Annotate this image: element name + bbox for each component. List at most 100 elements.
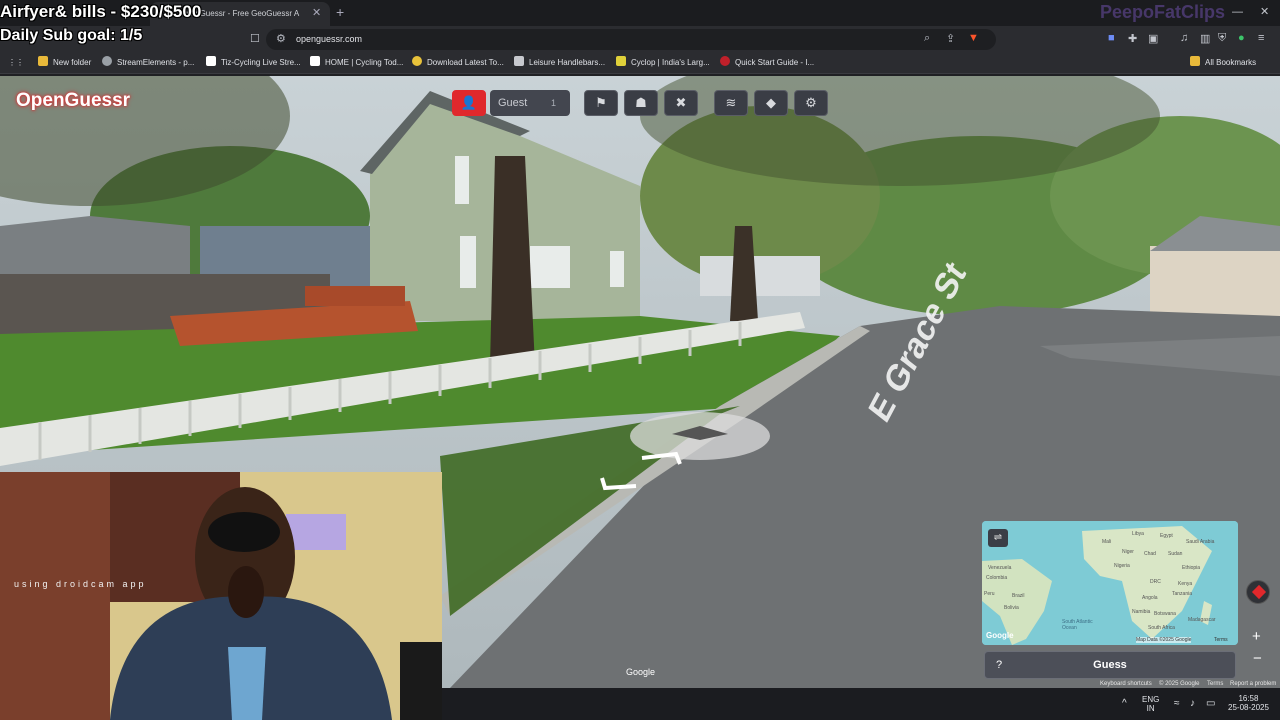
bookmark-label: Cyclop | India's Larg... (631, 58, 710, 67)
close-tab-icon[interactable]: ✕ (312, 6, 321, 19)
channel-watermark: PeepoFatClips (1100, 2, 1226, 22)
map-label: DRC (1150, 579, 1161, 585)
bookmark-label: Tiz-Cycling Live Stre... (221, 58, 301, 67)
extension-icon[interactable]: ■ (1108, 32, 1115, 44)
terms-link[interactable]: Terms (1207, 681, 1223, 687)
droidcam-caption: using droidcam app (14, 579, 147, 589)
bookmark-item[interactable]: Tiz-Cycling Live Stre... (206, 52, 301, 74)
wallet-icon[interactable]: ▣ (1148, 32, 1158, 45)
language-indicator[interactable]: ENG IN (1142, 695, 1159, 713)
screen: OpenGuessr - Free GeoGuessr A ✕ + — ✕ ☐ … (0, 0, 1280, 720)
sub-goal-overlay: Daily Sub goal: 1/5 (0, 27, 143, 44)
bookmark-label: HOME | Cycling Tod... (325, 58, 404, 67)
taskbar: ^ ENG IN ≈ ♪ ▭ 16:58 25-08-2025 (442, 688, 1280, 720)
wifi-icon[interactable]: ≈ (1174, 698, 1180, 709)
zoom-in-icon[interactable]: + (1252, 628, 1261, 645)
all-bookmarks[interactable]: All Bookmarks (1190, 52, 1256, 74)
keyboard-shortcuts-link[interactable]: Keyboard shortcuts (1100, 681, 1152, 687)
folder-icon (38, 56, 48, 66)
map-label: South Africa (1148, 625, 1175, 631)
tray-chevron-icon[interactable]: ^ (1122, 698, 1127, 709)
toolbar: ☐ ⚙ openguessr.com ⌕ ⇪ ▼ ■ ✚ ▣ ♫ ▥ ⛨ ● ≡ (0, 26, 1280, 52)
bookmark-label: Leisure Handlebars... (529, 58, 606, 67)
map-label: Angola (1142, 595, 1158, 601)
sidebar-icon[interactable]: ▥ (1200, 32, 1210, 45)
close-window-icon[interactable]: ✕ (1260, 5, 1269, 18)
learn-icon[interactable]: ◆ (754, 90, 788, 116)
map-label: Venezuela (988, 565, 1012, 571)
map-label: Kenya (1178, 581, 1193, 587)
guess-label: Guess (1093, 659, 1127, 671)
vpn-icon[interactable]: ⛨ (1218, 32, 1226, 45)
bookmark-item[interactable]: Cyclop | India's Larg... (616, 52, 710, 74)
bookmark-item[interactable]: New folder (38, 52, 91, 74)
layers-icon[interactable]: ≋ (714, 90, 748, 116)
battle-icon[interactable]: ✖ (664, 90, 698, 116)
settings-icon[interactable]: ⚙ (794, 90, 828, 116)
profile-icon[interactable]: ● (1238, 32, 1245, 44)
volume-icon[interactable]: ♪ (1190, 698, 1195, 709)
map-label: Peru (984, 591, 995, 597)
bookmarks-bar: ⋮⋮ New folder StreamElements - p... Tiz-… (0, 52, 1280, 74)
compass-icon[interactable] (1246, 580, 1270, 604)
puzzle-icon[interactable]: ✚ (1128, 32, 1137, 45)
share-icon[interactable]: ⇪ (946, 32, 955, 45)
minimize-icon[interactable]: — (1232, 6, 1243, 18)
donation-goal-overlay: Airfyer& bills - $230/$500 (0, 2, 202, 21)
battery-icon[interactable]: ▭ (1206, 698, 1215, 709)
clock[interactable]: 16:58 25-08-2025 (1228, 694, 1269, 712)
bookmark-item[interactable]: Download Latest To... (412, 52, 504, 74)
site-info-icon[interactable]: ⚙ (276, 32, 286, 45)
tiz-cycling-icon (206, 56, 216, 66)
player-label: Guest (498, 97, 528, 109)
map-label: Sudan (1168, 551, 1183, 557)
bookmark-icon[interactable]: ☐ (250, 32, 260, 45)
flag-icon[interactable]: ⚑ (584, 90, 618, 116)
report-problem-link[interactable]: Report a problem (1230, 681, 1276, 687)
url-text: openguessr.com (296, 34, 363, 44)
map-label: Namibia (1132, 609, 1151, 615)
map-label: Brazil (1012, 593, 1025, 599)
media-icon[interactable]: ♫ (1180, 32, 1188, 44)
google-watermark: Google (626, 667, 656, 677)
map-google-mark: Google (986, 631, 1014, 640)
bookmark-label: Download Latest To... (427, 58, 504, 67)
clock-date: 25-08-2025 (1228, 703, 1269, 712)
menu-icon[interactable]: ≡ (1258, 32, 1264, 44)
map-label: Colombia (986, 575, 1008, 581)
user-icon[interactable]: 👤 (452, 90, 486, 116)
guess-button[interactable]: Guess (984, 651, 1236, 679)
all-bookmarks-label: All Bookmarks (1205, 58, 1257, 67)
player-name[interactable]: Guest 1 (490, 90, 570, 116)
bookmark-item[interactable]: StreamElements - p... (102, 52, 194, 74)
map-terms-link[interactable]: Terms (1214, 637, 1228, 643)
address-bar[interactable]: ⚙ openguessr.com ⌕ ⇪ ▼ (266, 29, 996, 50)
cyclop-icon (616, 56, 626, 66)
bookmark-item[interactable]: Leisure Handlebars... (514, 52, 605, 74)
map-label: Mali (1102, 539, 1112, 545)
streamelements-icon (102, 56, 112, 66)
map-label: Libya (1132, 531, 1144, 537)
guess-map[interactable]: Mali Libya Egypt Saudi Arabia Niger Chad… (982, 521, 1238, 645)
bookmark-item[interactable]: HOME | Cycling Tod... (310, 52, 403, 74)
party-icon[interactable]: ☗ (624, 90, 658, 116)
download-icon (412, 56, 422, 66)
map-filter-icon[interactable]: ⇌ (988, 529, 1008, 547)
map-label: Egypt (1160, 533, 1173, 539)
help-button[interactable]: ? (986, 656, 1012, 674)
map-label: Botswana (1154, 611, 1176, 617)
map-label: Saudi Arabia (1186, 539, 1215, 545)
apps-icon[interactable]: ⋮⋮ (8, 52, 24, 74)
player-count: 1 (550, 98, 556, 108)
new-tab-icon[interactable]: + (336, 4, 344, 20)
bookmark-label: New folder (53, 58, 92, 67)
folder-icon (1190, 56, 1200, 66)
zoom-icon[interactable]: ⌕ (924, 32, 930, 45)
brave-shield-icon[interactable]: ▼ (968, 32, 979, 44)
bookmark-item[interactable]: Quick Start Guide - I... (720, 52, 814, 74)
language-label: ENG (1142, 695, 1160, 704)
map-label: Madagascar (1188, 617, 1216, 623)
webcam-scene (0, 472, 442, 720)
openguessr-logo[interactable]: OpenGuessr (16, 90, 130, 112)
zoom-out-icon[interactable]: − (1253, 650, 1262, 667)
